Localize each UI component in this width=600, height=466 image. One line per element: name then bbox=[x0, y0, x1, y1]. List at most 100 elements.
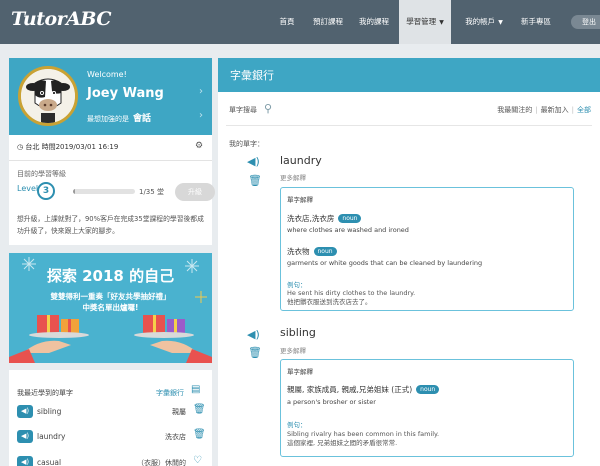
example-label: 例句： bbox=[287, 421, 307, 429]
level-badge: 3 bbox=[37, 182, 55, 200]
brand-logo[interactable]: TutorABC bbox=[11, 8, 111, 30]
definition-title: 單字解釋 bbox=[287, 196, 313, 204]
definition-zh: 親屬, 家族成員, 親戚,兄弟姐妹 (正式) noun bbox=[287, 384, 440, 395]
word-title: laundry bbox=[280, 154, 322, 167]
trash-icon[interactable]: 🗑 bbox=[248, 346, 262, 359]
recent-word: sibling bbox=[37, 407, 62, 416]
more-explanation-link[interactable]: 更多解釋 bbox=[280, 345, 306, 355]
trash-icon[interactable]: 🗑 bbox=[248, 174, 262, 187]
list-item: ◀) casual （衣服）休閒的 ♡ bbox=[9, 452, 212, 466]
nav-my-account[interactable]: 我的帳戶 ▼ bbox=[458, 0, 510, 44]
banner-line-2: 中獎名單出爐囉! bbox=[82, 303, 139, 312]
nav-home[interactable]: 首頁 bbox=[270, 0, 304, 44]
pos-badge: noun bbox=[313, 247, 337, 256]
definition-zh-text: 親屬, 家族成員, 親戚,兄弟姐妹 (正式) bbox=[287, 385, 413, 394]
top-nav: TutorABC 首頁 預訂課程 我的課程 學習管理 ▼ 我的帳戶 ▼ 新手專區 登… bbox=[0, 0, 600, 44]
example-en: Sibling rivalry has been common in this … bbox=[287, 430, 440, 438]
banner-line-1: 雙雙得利一重奏「好友共學抽好禮」 bbox=[50, 292, 171, 301]
trash-icon[interactable]: 🗑 bbox=[193, 404, 206, 415]
definition-box: 單字解釋 親屬, 家族成員, 親戚,兄弟姐妹 (正式) noun a person… bbox=[280, 359, 574, 457]
upgrade-button[interactable]: 升級 bbox=[175, 183, 215, 201]
level-label: Level bbox=[17, 184, 39, 193]
my-words-label: 我的單字： bbox=[229, 140, 264, 148]
filter-bar: 我最關注的 | 最新加入 | 全部 bbox=[497, 105, 591, 115]
nav-beginner-zone[interactable]: 新手專區 bbox=[513, 0, 559, 44]
level-progress-fill bbox=[73, 189, 75, 194]
heart-icon[interactable]: ♡ bbox=[193, 455, 202, 466]
list-item: ◀) sibling 親屬 🗑 bbox=[9, 401, 212, 426]
pos-badge: noun bbox=[338, 214, 362, 223]
nav-book-course[interactable]: 預訂課程 bbox=[305, 0, 351, 44]
search-icon[interactable]: ⚲ bbox=[264, 102, 272, 115]
example-en: He sent his dirty clothes to the laundry… bbox=[287, 289, 416, 297]
definition-en: garments or white goods that can be clea… bbox=[287, 259, 483, 267]
example-zh: 他把髒衣服送到洗衣店去了。 bbox=[287, 298, 372, 306]
recent-word: laundry bbox=[37, 432, 66, 441]
speaker-icon[interactable]: ◀) bbox=[247, 155, 260, 168]
chevron-right-icon[interactable]: › bbox=[199, 110, 203, 121]
more-explanation-link[interactable]: 更多解釋 bbox=[280, 172, 306, 182]
strongest-value: 會話 bbox=[133, 114, 152, 124]
recent-meaning: 親屬 bbox=[172, 408, 186, 416]
example-label: 例句： bbox=[287, 281, 307, 289]
cow-avatar-icon bbox=[21, 69, 75, 123]
filter-followed[interactable]: 我最關注的 bbox=[497, 106, 532, 114]
vocab-bank-panel: 字彙銀行 單字搜尋 ⚲ 我最關注的 | 最新加入 | 全部 我的單字： ◀) 🗑 lau… bbox=[218, 58, 600, 466]
list-item: ◀) laundry 洗衣店 🗑 bbox=[9, 426, 212, 451]
filter-latest[interactable]: 最新加入 bbox=[541, 106, 569, 114]
filter-separator: | bbox=[535, 106, 538, 114]
strongest-prefix: 最想加強的是 bbox=[87, 115, 129, 123]
nav-my-courses[interactable]: 我的課程 bbox=[352, 0, 396, 44]
chevron-down-icon: ▼ bbox=[439, 19, 444, 26]
page-title: 字彙銀行 bbox=[230, 69, 274, 82]
definition-box: 單字解釋 洗衣店,洗衣房 noun where clothes are washe… bbox=[280, 187, 574, 311]
promo-banner[interactable]: 探索 2018 的自己 雙雙得利一重奏「好友共學抽好禮」 中獎名單出爐囉! bbox=[9, 253, 212, 363]
word-title: sibling bbox=[280, 326, 316, 339]
strongest-skill: 最想加強的是 會話 bbox=[87, 111, 151, 124]
upgrade-promo-text: 想升級，上課就對了，90%客戶在完成35堂課程的學習後都成功升級了，快來跟上大家… bbox=[17, 215, 204, 235]
level-progress-text: 1/35 堂 bbox=[139, 188, 164, 196]
level-progress-bar bbox=[73, 189, 135, 194]
logout-button[interactable]: 登出 bbox=[571, 15, 600, 29]
book-icon[interactable]: ▤ bbox=[191, 384, 200, 395]
local-time-text: 台北 時間2019/03/01 16:19 bbox=[25, 143, 119, 151]
level-heading: 目前的學習等級 bbox=[17, 170, 66, 178]
profile-card: Welcome! Joey Wang 最想加強的是 會話 › › ◷ 台北 時間2… bbox=[9, 58, 215, 245]
definition-zh-text: 洗衣物 bbox=[287, 247, 310, 256]
speaker-icon[interactable]: ◀) bbox=[17, 405, 33, 418]
filter-all[interactable]: 全部 bbox=[577, 106, 591, 114]
example-zh: 這個家裡, 兄弟姐妹之間的矛盾很常常. bbox=[287, 439, 398, 447]
speaker-icon[interactable]: ◀) bbox=[17, 456, 33, 466]
banner-title: 探索 2018 的自己 bbox=[46, 267, 175, 285]
local-time: ◷ 台北 時間2019/03/01 16:19 bbox=[17, 142, 118, 152]
recent-meaning: 洗衣店 bbox=[165, 433, 186, 441]
nav-my-account-label: 我的帳戶 bbox=[465, 17, 496, 26]
gear-icon[interactable]: ⚙ bbox=[195, 141, 203, 151]
speaker-icon[interactable]: ◀) bbox=[17, 430, 33, 443]
banner-subtitle: 雙雙得利一重奏「好友共學抽好禮」 中獎名單出爐囉! bbox=[9, 291, 212, 313]
definition-en: where clothes are washed and ironed bbox=[287, 226, 409, 234]
avatar[interactable] bbox=[18, 66, 78, 126]
definition-en: a person's brosher or sister bbox=[287, 398, 376, 406]
definition-zh: 洗衣物 noun bbox=[287, 246, 337, 257]
divider bbox=[9, 160, 212, 161]
chevron-right-icon[interactable]: › bbox=[199, 86, 203, 97]
nav-learning-management-label: 學習管理 bbox=[406, 17, 437, 26]
panel-header: 字彙銀行 bbox=[218, 58, 600, 92]
nav-learning-management[interactable]: 學習管理 ▼ bbox=[399, 0, 451, 44]
recent-words-heading: 我最近學到的單字 bbox=[17, 389, 73, 397]
speaker-icon[interactable]: ◀) bbox=[247, 328, 260, 341]
filter-separator: | bbox=[571, 106, 574, 114]
welcome-text: Welcome! bbox=[87, 70, 127, 79]
recent-word: casual bbox=[37, 458, 62, 466]
chevron-down-icon: ▼ bbox=[498, 19, 503, 26]
definition-zh-text: 洗衣店,洗衣房 bbox=[287, 214, 335, 223]
search-label: 單字搜尋 bbox=[229, 106, 257, 114]
recent-meaning: （衣服）休閒的 bbox=[137, 459, 186, 466]
recent-words-card: 我最近學到的單字 字彙銀行 ▤ ◀) sibling 親屬 🗑 ◀) laund… bbox=[9, 370, 212, 466]
trash-icon[interactable]: 🗑 bbox=[193, 429, 206, 440]
definition-title: 單字解釋 bbox=[287, 368, 313, 376]
divider bbox=[226, 125, 592, 126]
vocab-bank-link[interactable]: 字彙銀行 bbox=[156, 388, 184, 398]
pos-badge: noun bbox=[416, 385, 440, 394]
